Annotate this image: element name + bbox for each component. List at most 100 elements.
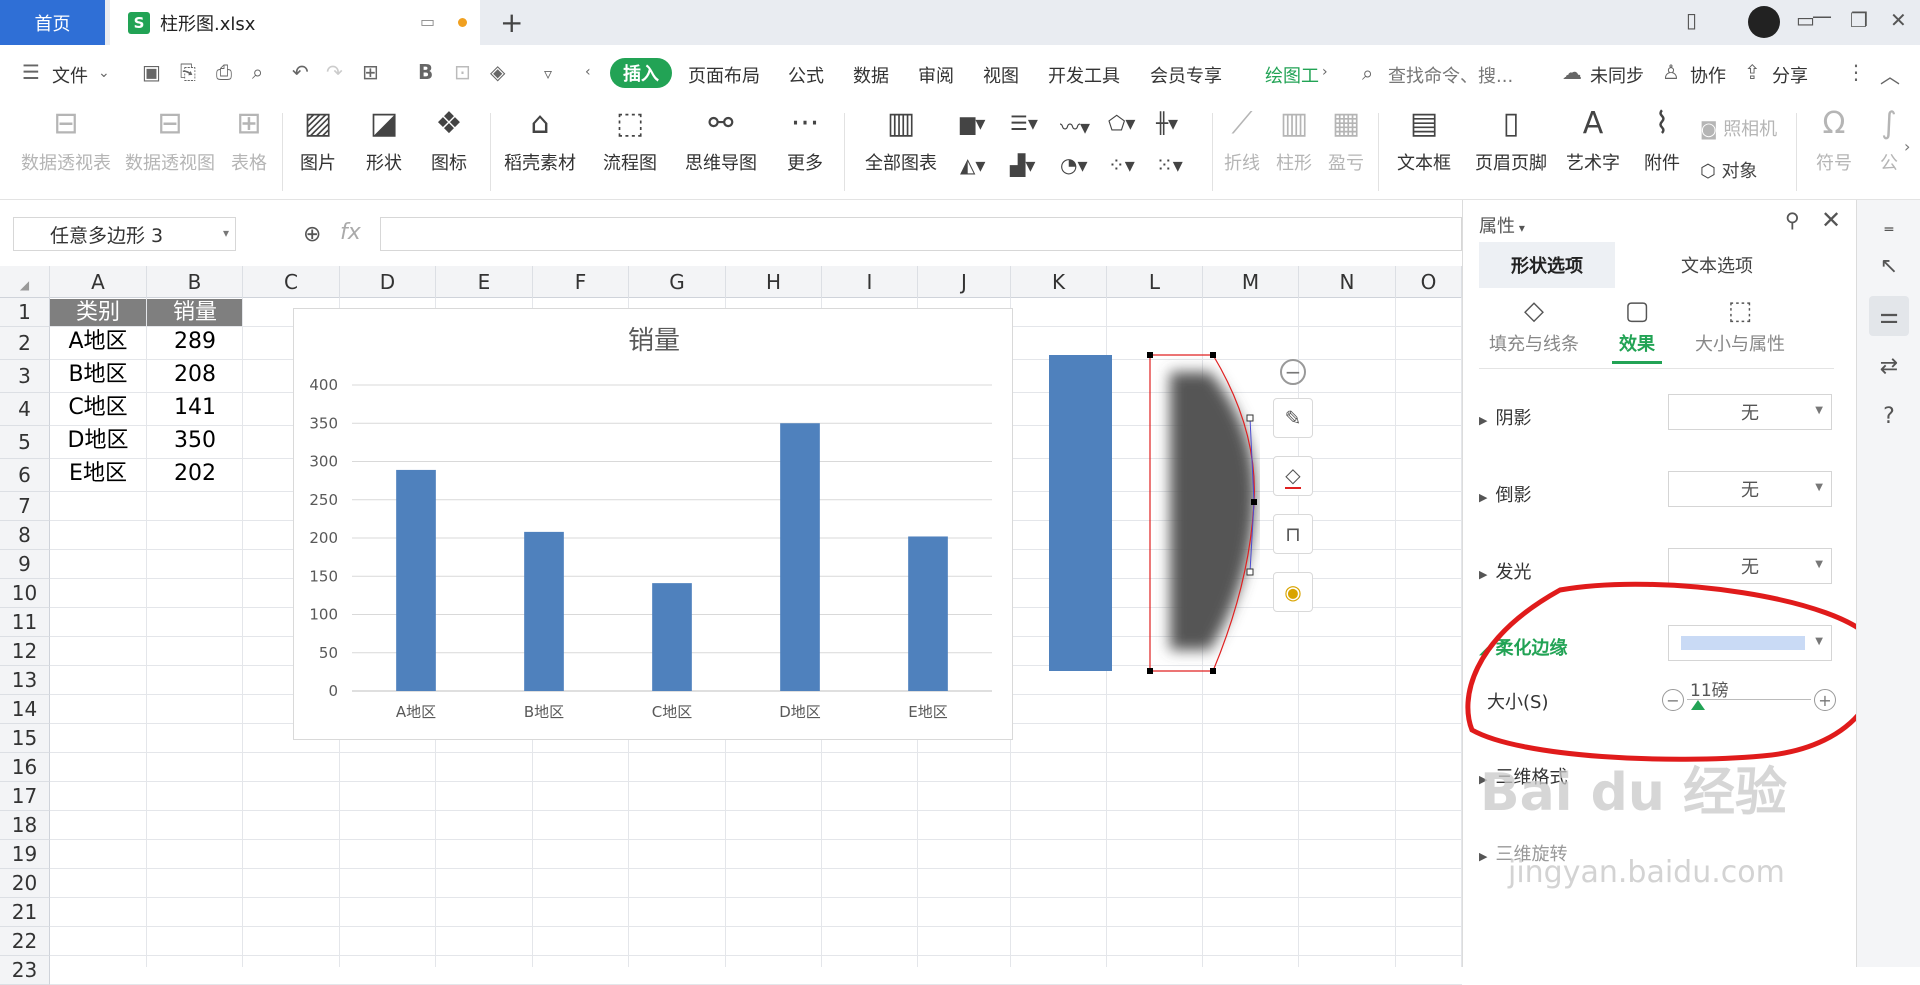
line-chart-icon[interactable]: 〰▾ [1060,111,1090,140]
table-cell[interactable]: E地区 [50,460,146,488]
bold-icon[interactable]: B [418,60,433,84]
more-button[interactable]: ··· 更多 [776,103,834,175]
glow-select[interactable]: 无 ▼ [1668,548,1832,584]
row-header-14[interactable]: 14 [0,695,50,724]
row-header-10[interactable]: 10 [0,579,50,608]
row-header-17[interactable]: 17 [0,782,50,811]
table-cell[interactable]: C地区 [50,394,146,422]
style-brush-button[interactable]: ✎ [1273,398,1313,438]
row-header-19[interactable]: 19 [0,840,50,869]
more-quick-icon[interactable]: ▿ [544,64,552,83]
table-button[interactable]: ⊞ 表格 [224,103,274,175]
bar-chart-h-icon[interactable]: ☰▾ [1010,111,1038,135]
menu-drawing-tools[interactable]: 绘图工 [1265,62,1319,88]
attachment-button[interactable]: ⌇ 附件 [1636,103,1688,175]
print-preview-icon[interactable]: ⌕ [252,60,263,84]
row-header-21[interactable]: 21 [0,898,50,927]
print-icon[interactable]: ⎙ [216,60,232,84]
row-header-3[interactable]: 3 [0,360,50,393]
fx-icon[interactable]: fx [340,220,361,245]
row-header-8[interactable]: 8 [0,521,50,550]
row-header-22[interactable]: 22 [0,927,50,956]
transform-icon[interactable]: ⇄ [1869,346,1909,386]
mindmap-button[interactable]: ⚯ 思维导图 [678,103,764,175]
row-header-9[interactable]: 9 [0,550,50,579]
textbox-button[interactable]: ▤ 文本框 [1388,103,1460,175]
column-header-n[interactable]: N [1299,266,1396,298]
bar-D地区[interactable] [780,423,820,691]
table-cell[interactable]: 141 [147,394,243,422]
row-header-23[interactable]: 23 [0,956,50,985]
column-header-b[interactable]: B [147,266,243,298]
export-icon[interactable]: ⎘ [180,60,196,84]
table-cell[interactable]: 208 [147,361,243,389]
window-count-icon[interactable]: ▯ [1686,8,1697,32]
zoom-icon[interactable]: ⊕ [303,222,321,247]
row-header-2[interactable]: 2 [0,327,50,360]
fill-button[interactable]: ◇ [1273,456,1313,496]
wordart-button[interactable]: A 艺术字 [1560,103,1626,175]
tab-file[interactable]: S 柱形图.xlsx ▭ [110,0,480,45]
scroll-right-icon[interactable]: › [1322,64,1328,80]
chevron-down-icon[interactable]: ⌄ [98,65,110,81]
outline-button[interactable]: ⊓ [1273,514,1313,554]
pin-icon[interactable]: ⚲ [1785,208,1800,232]
menu-member[interactable]: 会员专享 [1150,62,1222,88]
table-cell[interactable]: 350 [147,427,243,455]
rectangle-shape[interactable] [1049,355,1112,671]
bar-A地区[interactable] [396,469,436,691]
tab-text-options[interactable]: 文本选项 [1649,242,1785,288]
flowchart-button[interactable]: ⬚ 流程图 [594,103,666,175]
chevron-down-icon[interactable]: ▾ [223,226,229,240]
row-header-16[interactable]: 16 [0,753,50,782]
radar-chart-icon[interactable]: ⬠▾ [1108,111,1135,135]
row-header-12[interactable]: 12 [0,637,50,666]
tab-home[interactable]: 首页 [0,0,105,45]
reflection-section[interactable]: ▶ 倒影 [1479,481,1531,507]
search-input[interactable]: 查找命令、搜... [1388,62,1513,88]
stock-chart-icon[interactable]: ╫▾ [1156,111,1178,135]
row-header-1[interactable]: 1 [0,298,50,327]
bar-C地区[interactable] [652,583,692,691]
pivot-table-button[interactable]: ⊟ 数据透视表 [18,103,114,175]
column-chart-icon[interactable]: ▆▾ [960,111,985,135]
pie-chart-icon[interactable]: ◔▾ [1060,153,1088,177]
camera-button[interactable]: ◙ 照相机 [1700,115,1777,141]
collapse-ribbon-icon[interactable]: ︿ [1880,60,1900,89]
vertex-handle[interactable] [1147,352,1153,358]
menu-page-layout[interactable]: 页面布局 [688,62,760,88]
minimize-button[interactable]: — [1812,4,1832,28]
column-header-k[interactable]: K [1011,266,1107,298]
freeform-shape-selected[interactable] [1140,350,1260,680]
select-all-corner[interactable]: ◢ [0,266,50,298]
table-cell[interactable]: D地区 [50,427,146,455]
menu-insert[interactable]: 插入 [610,58,672,88]
column-header-e[interactable]: E [436,266,533,298]
select-cursor-icon[interactable]: ↖ [1869,246,1909,286]
shadow-select[interactable]: 无 ▼ [1668,394,1832,430]
menu-file[interactable]: 文件 [52,62,88,88]
sparkline-line-button[interactable]: ⟋ 折线 [1220,103,1264,175]
vertex-handle[interactable] [1210,668,1216,674]
column-header-o[interactable]: O [1396,266,1462,298]
border-icon[interactable]: ⊞ [362,60,379,84]
column-header-c[interactable]: C [243,266,340,298]
header-footer-button[interactable]: ▯ 页眉页脚 [1470,103,1552,175]
subtab-size-props[interactable]: ⬚ 大小与属性 [1685,296,1795,356]
subtab-effects[interactable]: ▢ 效果 [1601,296,1673,356]
collapse-toolbar-button[interactable]: − [1280,359,1306,385]
object-button[interactable]: ⬡ 对象 [1700,157,1757,183]
tab-shape-options[interactable]: 形状选项 [1479,242,1615,288]
icon-button[interactable]: ❖ 图标 [420,103,478,175]
hamburger-icon[interactable]: ☰ [22,60,40,84]
row-header-20[interactable]: 20 [0,869,50,898]
redo-icon[interactable]: ↷ [326,60,343,84]
table-cell[interactable]: A地区 [50,328,146,356]
scroll-left-icon[interactable]: ‹ [585,64,591,80]
new-tab-button[interactable]: + [500,6,523,39]
table-cell[interactable]: B地区 [50,361,146,389]
bar-E地区[interactable] [908,536,948,691]
sparkline-winloss-button[interactable]: ▦ 盈亏 [1324,103,1368,175]
image-button[interactable]: ▨ 图片 [292,103,344,175]
fill-color-icon[interactable]: ◈ [490,60,505,84]
